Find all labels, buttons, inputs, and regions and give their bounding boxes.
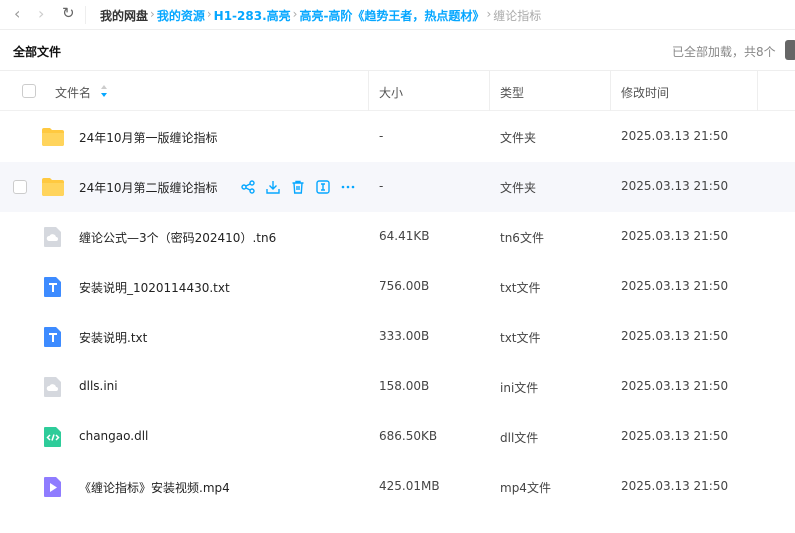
file-name[interactable]: 24年10月第二版缠论指标 — [79, 179, 218, 196]
table-row[interactable]: 缠论公式—3个（密码202410）.tn6 64.41KB tn6文件 2025.03… — [0, 212, 795, 262]
rename-icon[interactable] — [315, 179, 331, 195]
divider — [368, 71, 369, 111]
file-name[interactable]: 安装说明_1020114430.txt — [79, 279, 230, 296]
divider — [610, 71, 611, 111]
column-type[interactable]: 类型 — [500, 84, 524, 101]
file-modified: 2025.03.13 21:50 — [621, 429, 729, 443]
file-name[interactable]: changao.dll — [79, 429, 148, 443]
table-row[interactable]: 《缠论指标》安装视频.mp4 425.01MB mp4文件 2025.03.13 21… — [0, 462, 795, 512]
table-row[interactable]: 24年10月第一版缠论指标 - 文件夹 2025.03.13 21:50 — [0, 112, 795, 162]
divider — [85, 6, 86, 24]
file-modified: 2025.03.13 21:50 — [621, 329, 729, 343]
file-type: 文件夹 — [500, 181, 537, 195]
table-row[interactable]: 24年10月第二版缠论指标 - 文件夹 2025.03.13 21:50 — [0, 162, 795, 212]
divider — [489, 71, 490, 111]
file-name[interactable]: 《缠论指标》安装视频.mp4 — [79, 479, 230, 496]
file-name[interactable]: dlls.ini — [79, 379, 118, 393]
file-size: - — [379, 129, 384, 143]
top-nav-bar: ‹ › ↻ 我的网盘 › 我的资源 › H1-283.高亮 › 高亮-高阶《趋势王者，… — [0, 0, 795, 30]
file-type: ini文件 — [500, 381, 539, 395]
unknown-file-icon — [41, 225, 65, 249]
unknown-file-icon — [41, 375, 65, 399]
file-size: 756.00B — [379, 279, 430, 293]
row-actions — [240, 179, 356, 195]
column-name[interactable]: 文件名 — [55, 84, 91, 101]
breadcrumb-item[interactable]: 高亮-高阶《趋势王者，热点题材》 — [299, 7, 484, 24]
file-modified: 2025.03.13 21:50 — [621, 129, 729, 143]
file-name[interactable]: 缠论公式—3个（密码202410）.tn6 — [79, 229, 276, 246]
back-button[interactable]: ‹ — [14, 4, 20, 23]
file-size: - — [379, 179, 384, 193]
view-toggle-button[interactable] — [785, 40, 795, 60]
toolbar: 全部文件 已全部加载，共8个 — [0, 30, 795, 71]
table-row[interactable]: dlls.ini 158.00B ini文件 2025.03.13 21:50 — [0, 362, 795, 412]
file-modified: 2025.03.13 21:50 — [621, 279, 729, 293]
table-row[interactable]: 安装说明_1020114430.txt 756.00B txt文件 2025.03.1… — [0, 262, 795, 312]
folder-icon — [41, 125, 65, 149]
file-modified: 2025.03.13 21:50 — [621, 479, 729, 493]
forward-button[interactable]: › — [38, 4, 44, 23]
file-type: mp4文件 — [500, 481, 551, 495]
folder-icon — [41, 175, 65, 199]
page-title: 全部文件 — [13, 45, 62, 59]
file-type: txt文件 — [500, 281, 541, 295]
load-status: 已全部加载，共8个 — [672, 45, 776, 59]
file-type: txt文件 — [500, 331, 541, 345]
delete-icon[interactable] — [290, 179, 306, 195]
share-icon[interactable] — [240, 179, 256, 195]
file-size: 64.41KB — [379, 229, 430, 243]
file-size: 333.00B — [379, 329, 430, 343]
file-modified: 2025.03.13 21:50 — [621, 179, 729, 193]
file-size: 425.01MB — [379, 479, 440, 493]
file-type: 文件夹 — [500, 131, 537, 145]
download-icon[interactable] — [265, 179, 281, 195]
divider — [757, 71, 758, 111]
row-checkbox[interactable] — [13, 180, 27, 194]
sort-icon[interactable] — [101, 85, 107, 97]
file-modified: 2025.03.13 21:50 — [621, 229, 729, 243]
select-all-checkbox[interactable] — [22, 84, 36, 98]
table-row[interactable]: changao.dll 686.50KB dll文件 2025.03.13 21:50 — [0, 412, 795, 462]
breadcrumb-current: 缠论指标 — [493, 9, 542, 23]
more-icon[interactable] — [340, 179, 356, 195]
column-modified[interactable]: 修改时间 — [621, 84, 669, 101]
code-file-icon — [41, 425, 65, 449]
text-file-icon — [41, 325, 65, 349]
table-header: 文件名 大小 类型 修改时间 — [0, 71, 795, 111]
file-name[interactable]: 24年10月第一版缠论指标 — [79, 129, 218, 146]
file-type: dll文件 — [500, 431, 539, 445]
text-file-icon — [41, 275, 65, 299]
breadcrumb-item[interactable]: 我的资源 — [157, 7, 205, 24]
breadcrumb-item[interactable]: 我的网盘 — [100, 7, 148, 24]
video-file-icon — [41, 475, 65, 499]
file-name[interactable]: 安装说明.txt — [79, 329, 147, 346]
file-size: 686.50KB — [379, 429, 438, 443]
file-size: 158.00B — [379, 379, 430, 393]
table-row[interactable]: 安装说明.txt 333.00B txt文件 2025.03.13 21:50 — [0, 312, 795, 362]
breadcrumb: 我的网盘 › 我的资源 › H1-283.高亮 › 高亮-高阶《趋势王者，热点题材》 ›… — [100, 7, 542, 24]
breadcrumb-item[interactable]: H1-283.高亮 — [214, 7, 291, 24]
refresh-button[interactable]: ↻ — [62, 4, 75, 22]
file-modified: 2025.03.13 21:50 — [621, 379, 729, 393]
file-type: tn6文件 — [500, 231, 544, 245]
column-size[interactable]: 大小 — [379, 84, 403, 101]
